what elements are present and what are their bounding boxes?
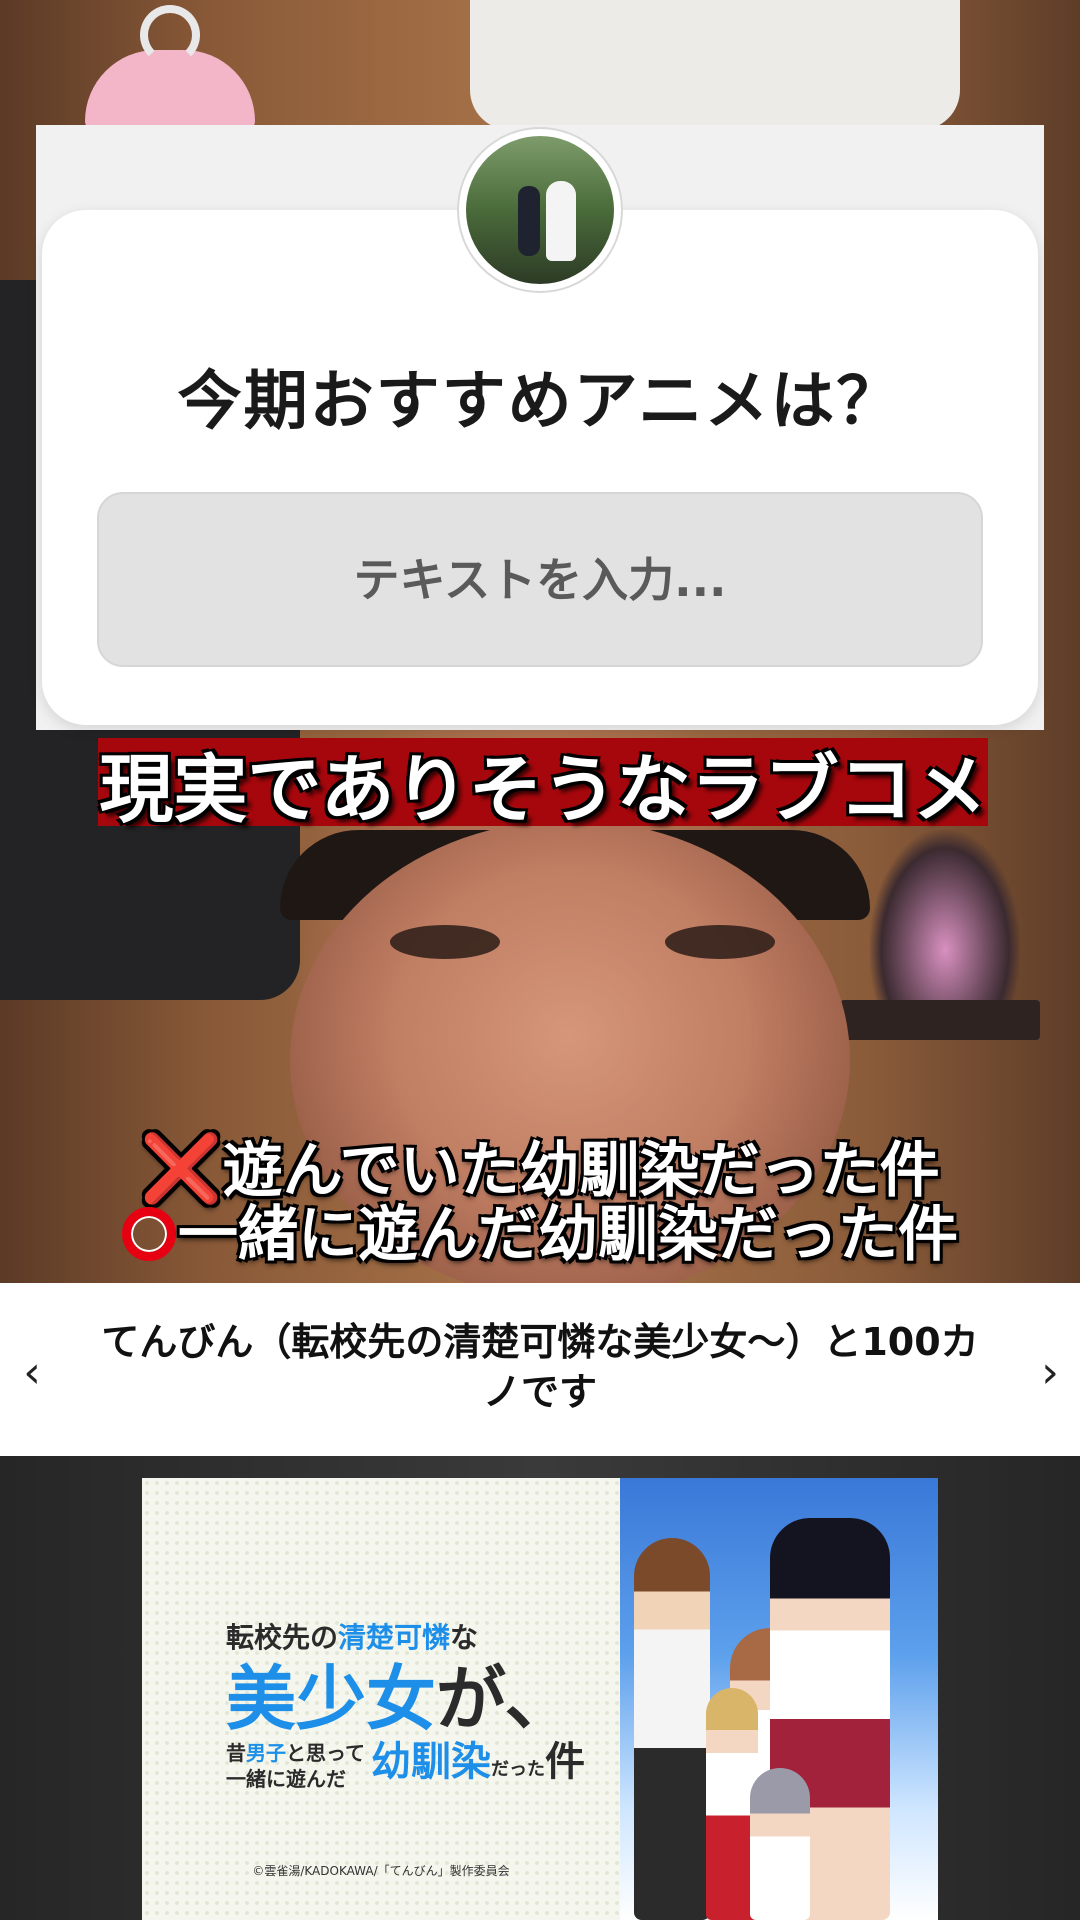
answer-input[interactable] bbox=[97, 492, 983, 667]
main-caption-text: 現実でありそうなラブコメ bbox=[99, 747, 987, 833]
main-caption: 現実でありそうなラブコメ bbox=[98, 738, 988, 833]
logo-line-2: 美少女が、 bbox=[226, 1658, 575, 1740]
avatar-person-2 bbox=[546, 181, 576, 261]
profile-avatar-ring[interactable] bbox=[457, 127, 623, 293]
logo-line-1: 転校先の清楚可憐な bbox=[226, 1621, 479, 1654]
hanger-hook bbox=[140, 5, 200, 65]
caption-correct-line: 一緒に遊んだ幼馴染だった件 bbox=[0, 1186, 1080, 1273]
presenter-right-eye bbox=[665, 925, 775, 959]
copyright-text: ©雲雀湯/KADOKAWA/「てんびん」製作委員会 bbox=[252, 1864, 510, 1878]
profile-avatar bbox=[466, 136, 614, 284]
anime-logo: 転校先の清楚可憐な 美少女が、 昔男子と思って 一緒に遊んだ 幼馴染だった件 bbox=[226, 1618, 585, 1792]
circle-mark-icon bbox=[122, 1207, 176, 1261]
key-visual-logo-panel: 転校先の清楚可憐な 美少女が、 昔男子と思って 一緒に遊んだ 幼馴染だった件 ©… bbox=[142, 1478, 620, 1920]
logo-line-5: 幼馴染だった件 bbox=[371, 1739, 585, 1785]
character-silver-hair-girl bbox=[750, 1768, 810, 1920]
question-text: 今期おすすめアニメは？ bbox=[177, 365, 903, 439]
hanging-white-shirt bbox=[470, 0, 960, 130]
logo-small-lines: 昔男子と思って 一緒に遊んだ bbox=[226, 1741, 365, 1791]
shelf bbox=[840, 1000, 1040, 1040]
presenter-left-eye bbox=[390, 925, 500, 959]
avatar-person-1 bbox=[518, 186, 540, 256]
key-visual-characters bbox=[620, 1478, 938, 1920]
anime-title: てんびん（転校先の清楚可憐な美少女〜）と100カノです bbox=[101, 1320, 979, 1414]
chevron-left-icon[interactable]: ‹ bbox=[2, 1337, 62, 1407]
chevron-right-icon[interactable]: › bbox=[1020, 1337, 1080, 1407]
title-bar: ‹ てんびん（転校先の清楚可憐な美少女〜）と100カノです › bbox=[0, 1283, 1080, 1456]
anime-key-visual: 転校先の清楚可憐な 美少女が、 昔男子と思って 一緒に遊んだ 幼馴染だった件 ©… bbox=[142, 1478, 938, 1920]
character-boy bbox=[634, 1538, 710, 1920]
caption-correct-text: 一緒に遊んだ幼馴染だった件 bbox=[178, 1200, 958, 1270]
logo-line-3-row: 昔男子と思って 一緒に遊んだ 幼馴染だった件 bbox=[226, 1740, 585, 1792]
